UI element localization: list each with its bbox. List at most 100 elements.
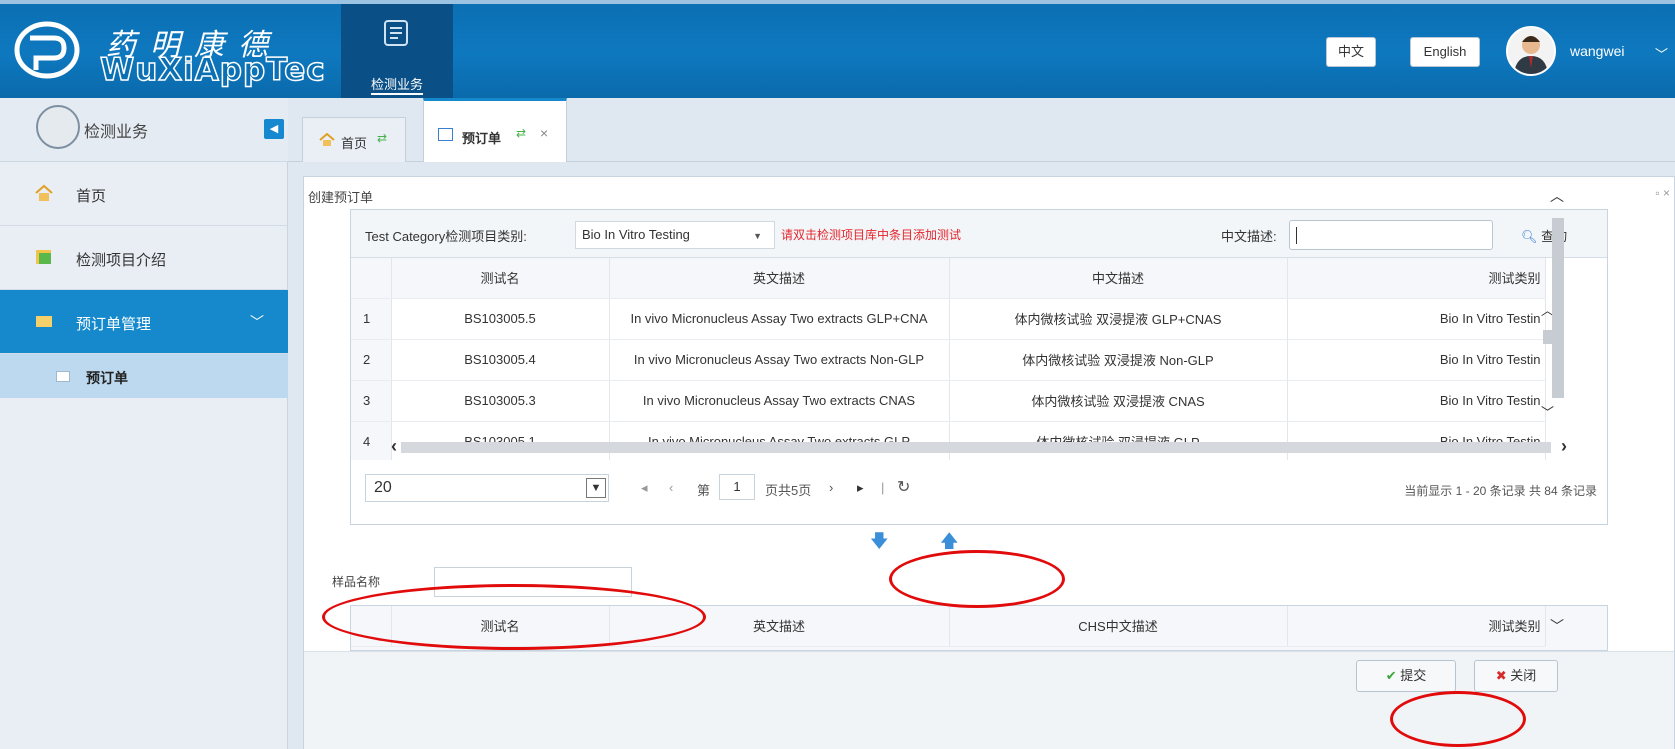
create-order-panel: 创建预订单 ▫ × Test Category检测项目类别: Bio In Vi…: [303, 176, 1675, 749]
sidebar-title: 检测业务: [84, 124, 149, 141]
move-up-icon[interactable]: 🡅: [940, 529, 959, 559]
row-number: 1: [351, 298, 392, 340]
logo-mark-icon: [14, 21, 80, 79]
add-test-hint: 请双击检测项目库中条目添加测试: [781, 228, 962, 242]
logo-english-text: WuXiAppTec: [99, 51, 326, 89]
row-number-header: [351, 606, 392, 647]
table-header-row: 测试名 英文描述 CHS中文描述 测试类别: [351, 606, 1546, 647]
user-menu-chevron-icon[interactable]: ﹀: [1655, 44, 1668, 63]
home-icon: [319, 133, 335, 146]
move-down-icon[interactable]: 🡇: [870, 529, 889, 559]
cell-english-desc: In vivo Micronucleus Assay Two extracts …: [609, 339, 950, 381]
cell-test-name: BS103005.3: [391, 380, 610, 422]
test-table: 测试名 英文描述 中文描述 测试类别 1 BS103005.5 In vivo …: [351, 258, 1546, 463]
cell-english-desc: In vivo Micronucleus Assay Two extracts …: [609, 380, 950, 422]
first-page-icon[interactable]: ◂: [641, 480, 648, 496]
close-button[interactable]: ✖ 关闭: [1474, 660, 1558, 692]
username[interactable]: wangwei: [1570, 43, 1624, 59]
next-page-icon[interactable]: ›: [829, 480, 833, 495]
top-nav-testing[interactable]: 检测业务: [341, 4, 453, 98]
column-header[interactable]: 英文描述: [609, 606, 950, 647]
panel-footer: ✔ 提交 ✖ 关闭: [304, 651, 1674, 749]
scroll-up-icon[interactable]: ︿: [1550, 186, 1564, 206]
selected-tests-table: 测试名 英文描述 CHS中文描述 测试类别: [351, 606, 1546, 647]
page-number-input[interactable]: 1: [719, 474, 755, 500]
user-avatar[interactable]: [1506, 26, 1556, 76]
row-number: 2: [351, 339, 392, 381]
category-label: Test Category检测项目类别:: [365, 229, 527, 244]
sidebar: 检测业务 ◀ 首页 检测项目介绍 预订单管理 ﹀ 预订单: [0, 98, 288, 749]
refresh-icon[interactable]: ⇄: [516, 126, 526, 140]
sidebar-item-label: 预订单管理: [76, 316, 152, 333]
cell-chinese-desc: 体内微核试验 双浸提液 GLP+CNAS: [949, 298, 1288, 340]
last-page-icon[interactable]: ▸: [857, 480, 864, 496]
table-horizontal-scrollbar[interactable]: ‹ ›: [351, 436, 1607, 457]
sidebar-item-order-management[interactable]: 预订单管理 ﹀: [0, 290, 288, 354]
window-icon: [56, 371, 70, 382]
home-icon: [35, 184, 53, 201]
panel-title: 创建预订单: [308, 190, 374, 205]
submit-button[interactable]: ✔ 提交: [1356, 660, 1456, 692]
category-value: Bio In Vitro Testing: [582, 227, 690, 242]
caret-down-icon: ▼: [753, 231, 762, 241]
column-header[interactable]: 中文描述: [949, 258, 1288, 299]
sidebar-header: 检测业务 ◀: [0, 98, 288, 162]
sidebar-item-label: 首页: [76, 188, 107, 205]
tab-orders[interactable]: 预订单 ⇄ ×: [423, 98, 567, 162]
collapse-sidebar-button[interactable]: ◀: [264, 119, 284, 139]
pagination-bar: 20 ▼ ◂ ‹ 第 1 页共5页 › ▸ | ↻ 当前显示 1 - 20 条记…: [351, 460, 1607, 524]
sample-name-input[interactable]: [434, 567, 632, 597]
column-header[interactable]: 英文描述: [609, 258, 950, 299]
column-header[interactable]: CHS中文描述: [949, 606, 1288, 647]
column-header[interactable]: 测试类别: [1287, 606, 1546, 647]
page-size-value: 20: [374, 479, 392, 496]
cn-desc-label: 中文描述:: [1221, 229, 1277, 244]
scroll-left-icon[interactable]: ‹: [391, 436, 397, 457]
refresh-icon[interactable]: ↻: [897, 477, 910, 497]
column-header[interactable]: 测试类别: [1287, 258, 1546, 299]
panel-vertical-scrollbar[interactable]: ︿ ﹀: [1548, 178, 1566, 648]
tab-bar: 首页 ⇄ 预订单 ⇄ ×: [288, 98, 1675, 162]
prev-page-icon[interactable]: ‹: [669, 480, 673, 495]
tab-label: 首页: [341, 136, 368, 151]
table-row[interactable]: 1 BS103005.5 In vivo Micronucleus Assay …: [351, 298, 1546, 340]
row-number-header: [351, 258, 392, 299]
column-header[interactable]: 测试名: [391, 606, 610, 647]
cell-chinese-desc: 体内微核试验 双浸提液 Non-GLP: [949, 339, 1288, 381]
cell-test-name: BS103005.5: [391, 298, 610, 340]
top-nav-label: 检测业务: [370, 77, 423, 95]
cn-desc-input[interactable]: [1289, 220, 1493, 250]
testing-badge-icon: [36, 105, 80, 149]
sidebar-item-test-intro[interactable]: 检测项目介绍: [0, 226, 288, 290]
table-row[interactable]: 3 BS103005.3 In vivo Micronucleus Assay …: [351, 380, 1546, 422]
scroll-down-icon[interactable]: ﹀: [1550, 616, 1564, 636]
lang-english-button[interactable]: English: [1410, 37, 1480, 67]
cell-chinese-desc: 体内微核试验 双浸提液 CNAS: [949, 380, 1288, 422]
scrollbar-thumb[interactable]: [1552, 218, 1564, 398]
tab-home[interactable]: 首页 ⇄: [302, 117, 406, 162]
scrollbar-thumb[interactable]: [401, 442, 1551, 453]
refresh-icon[interactable]: ⇄: [377, 131, 387, 145]
sample-name-label: 样品名称: [332, 575, 381, 589]
table-row[interactable]: 2 BS103005.4 In vivo Micronucleus Assay …: [351, 339, 1546, 381]
close-label: 关闭: [1510, 668, 1537, 683]
close-icon: ✖: [1495, 668, 1507, 683]
window-icon: [438, 128, 453, 141]
sidebar-subitem-orders[interactable]: 预订单: [0, 354, 288, 398]
panel-window-controls[interactable]: ▫ ×: [1655, 186, 1670, 200]
page-total: 页共5页: [765, 483, 812, 498]
check-icon: ✔: [1385, 668, 1397, 683]
lang-chinese-button[interactable]: 中文: [1326, 37, 1376, 67]
dropdown-icon: ▼: [586, 478, 606, 498]
column-header[interactable]: 测试名: [391, 258, 610, 299]
sidebar-item-home[interactable]: 首页: [0, 162, 288, 226]
submit-label: 提交: [1400, 668, 1427, 683]
chevron-down-icon: ﹀: [250, 314, 264, 330]
category-select[interactable]: Bio In Vitro Testing ▼: [575, 221, 775, 249]
selected-tests-grid: 测试名 英文描述 CHS中文描述 测试类别: [350, 605, 1608, 651]
text-cursor: [1296, 227, 1297, 244]
page-size-select[interactable]: 20 ▼: [365, 474, 609, 502]
cell-category: Bio In Vitro Testin: [1287, 339, 1546, 381]
book-icon: [36, 250, 51, 264]
close-tab-icon[interactable]: ×: [540, 125, 548, 141]
